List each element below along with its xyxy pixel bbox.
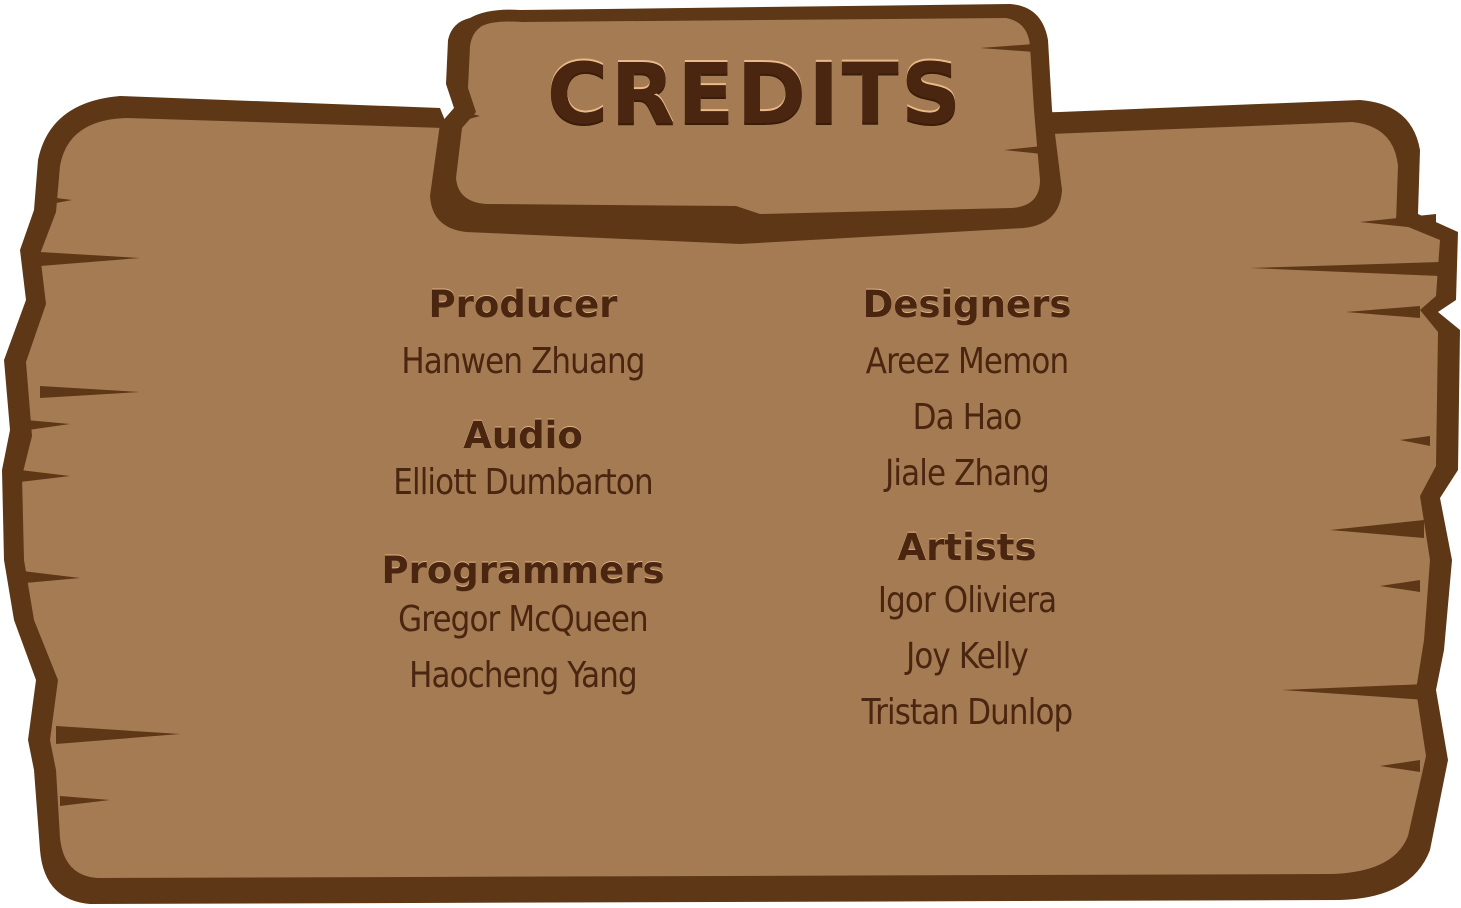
producer-name: Hanwen Zhuang: [401, 341, 645, 382]
designers-heading: Designers: [862, 283, 1072, 326]
artist-name: Joy Kelly: [906, 636, 1029, 677]
programmer-name: Haocheng Yang: [409, 655, 638, 696]
audio-heading: Audio: [463, 414, 583, 457]
audio-name: Elliott Dumbarton: [393, 462, 653, 503]
designer-name: Areez Memon: [865, 341, 1069, 382]
designer-name: Da Hao: [912, 397, 1023, 438]
artist-name: Tristan Dunlop: [861, 692, 1074, 733]
artist-name: Igor Oliviera: [877, 580, 1057, 621]
artists-heading: Artists: [897, 526, 1037, 569]
designer-name: Jiale Zhang: [885, 453, 1050, 494]
credits-screen: CREDITS Producer Hanwen Zhuang Audio Ell…: [0, 0, 1461, 908]
page-title: CREDITS: [546, 45, 964, 143]
programmers-heading: Programmers: [381, 549, 665, 592]
producer-heading: Producer: [428, 283, 618, 326]
programmer-name: Gregor McQueen: [398, 599, 649, 640]
